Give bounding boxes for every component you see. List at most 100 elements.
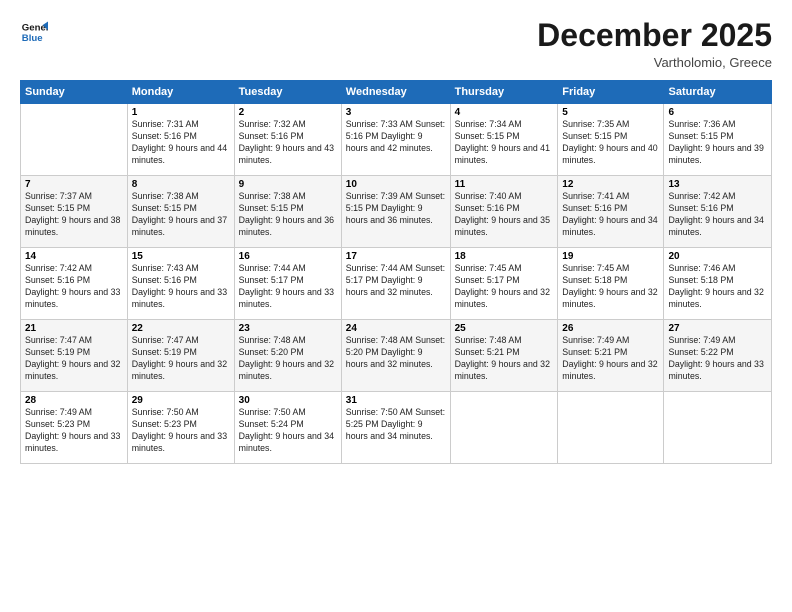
day-number: 16 — [239, 251, 337, 262]
day-info: Sunrise: 7:31 AM Sunset: 5:16 PM Dayligh… — [132, 119, 230, 167]
day-cell: 14Sunrise: 7:42 AM Sunset: 5:16 PM Dayli… — [21, 248, 128, 320]
col-tuesday: Tuesday — [234, 81, 341, 104]
day-cell: 22Sunrise: 7:47 AM Sunset: 5:19 PM Dayli… — [127, 320, 234, 392]
header: General Blue December 2025 Vartholomio, … — [20, 18, 772, 70]
day-info: Sunrise: 7:38 AM Sunset: 5:15 PM Dayligh… — [132, 191, 230, 239]
day-number: 3 — [346, 107, 446, 118]
day-number: 15 — [132, 251, 230, 262]
day-info: Sunrise: 7:44 AM Sunset: 5:17 PM Dayligh… — [346, 263, 446, 299]
calendar-header: Sunday Monday Tuesday Wednesday Thursday… — [21, 81, 772, 104]
day-number: 17 — [346, 251, 446, 262]
day-cell: 29Sunrise: 7:50 AM Sunset: 5:23 PM Dayli… — [127, 392, 234, 464]
day-info: Sunrise: 7:48 AM Sunset: 5:20 PM Dayligh… — [239, 335, 337, 383]
day-cell: 24Sunrise: 7:48 AM Sunset: 5:20 PM Dayli… — [341, 320, 450, 392]
day-cell: 19Sunrise: 7:45 AM Sunset: 5:18 PM Dayli… — [558, 248, 664, 320]
day-info: Sunrise: 7:43 AM Sunset: 5:16 PM Dayligh… — [132, 263, 230, 311]
week-row-0: 1Sunrise: 7:31 AM Sunset: 5:16 PM Daylig… — [21, 104, 772, 176]
day-number: 5 — [562, 107, 659, 118]
day-cell: 31Sunrise: 7:50 AM Sunset: 5:25 PM Dayli… — [341, 392, 450, 464]
subtitle: Vartholomio, Greece — [537, 55, 772, 70]
day-number: 19 — [562, 251, 659, 262]
day-cell: 13Sunrise: 7:42 AM Sunset: 5:16 PM Dayli… — [664, 176, 772, 248]
col-wednesday: Wednesday — [341, 81, 450, 104]
day-number: 20 — [668, 251, 767, 262]
day-number: 18 — [455, 251, 554, 262]
day-number: 4 — [455, 107, 554, 118]
col-thursday: Thursday — [450, 81, 558, 104]
day-info: Sunrise: 7:35 AM Sunset: 5:15 PM Dayligh… — [562, 119, 659, 167]
day-info: Sunrise: 7:49 AM Sunset: 5:21 PM Dayligh… — [562, 335, 659, 383]
week-row-2: 14Sunrise: 7:42 AM Sunset: 5:16 PM Dayli… — [21, 248, 772, 320]
day-number: 2 — [239, 107, 337, 118]
day-number: 11 — [455, 179, 554, 190]
day-number: 27 — [668, 323, 767, 334]
day-info: Sunrise: 7:42 AM Sunset: 5:16 PM Dayligh… — [668, 191, 767, 239]
month-title: December 2025 — [537, 18, 772, 53]
col-friday: Friday — [558, 81, 664, 104]
day-cell: 8Sunrise: 7:38 AM Sunset: 5:15 PM Daylig… — [127, 176, 234, 248]
day-number: 30 — [239, 395, 337, 406]
day-cell: 2Sunrise: 7:32 AM Sunset: 5:16 PM Daylig… — [234, 104, 341, 176]
day-info: Sunrise: 7:49 AM Sunset: 5:23 PM Dayligh… — [25, 407, 123, 455]
day-info: Sunrise: 7:47 AM Sunset: 5:19 PM Dayligh… — [25, 335, 123, 383]
day-number: 6 — [668, 107, 767, 118]
day-cell — [21, 104, 128, 176]
day-info: Sunrise: 7:40 AM Sunset: 5:16 PM Dayligh… — [455, 191, 554, 239]
day-info: Sunrise: 7:48 AM Sunset: 5:21 PM Dayligh… — [455, 335, 554, 383]
col-saturday: Saturday — [664, 81, 772, 104]
day-cell: 10Sunrise: 7:39 AM Sunset: 5:15 PM Dayli… — [341, 176, 450, 248]
day-info: Sunrise: 7:50 AM Sunset: 5:24 PM Dayligh… — [239, 407, 337, 455]
day-number: 29 — [132, 395, 230, 406]
day-number: 12 — [562, 179, 659, 190]
title-block: December 2025 Vartholomio, Greece — [537, 18, 772, 70]
week-row-1: 7Sunrise: 7:37 AM Sunset: 5:15 PM Daylig… — [21, 176, 772, 248]
day-cell: 23Sunrise: 7:48 AM Sunset: 5:20 PM Dayli… — [234, 320, 341, 392]
day-info: Sunrise: 7:45 AM Sunset: 5:17 PM Dayligh… — [455, 263, 554, 311]
day-number: 10 — [346, 179, 446, 190]
day-cell: 17Sunrise: 7:44 AM Sunset: 5:17 PM Dayli… — [341, 248, 450, 320]
col-sunday: Sunday — [21, 81, 128, 104]
week-row-3: 21Sunrise: 7:47 AM Sunset: 5:19 PM Dayli… — [21, 320, 772, 392]
day-info: Sunrise: 7:50 AM Sunset: 5:23 PM Dayligh… — [132, 407, 230, 455]
calendar-body: 1Sunrise: 7:31 AM Sunset: 5:16 PM Daylig… — [21, 104, 772, 464]
day-number: 21 — [25, 323, 123, 334]
page: General Blue December 2025 Vartholomio, … — [0, 0, 792, 612]
day-cell: 5Sunrise: 7:35 AM Sunset: 5:15 PM Daylig… — [558, 104, 664, 176]
day-cell: 12Sunrise: 7:41 AM Sunset: 5:16 PM Dayli… — [558, 176, 664, 248]
logo: General Blue — [20, 18, 48, 46]
day-number: 28 — [25, 395, 123, 406]
day-cell: 28Sunrise: 7:49 AM Sunset: 5:23 PM Dayli… — [21, 392, 128, 464]
day-info: Sunrise: 7:50 AM Sunset: 5:25 PM Dayligh… — [346, 407, 446, 443]
day-cell — [664, 392, 772, 464]
day-cell: 27Sunrise: 7:49 AM Sunset: 5:22 PM Dayli… — [664, 320, 772, 392]
day-number: 14 — [25, 251, 123, 262]
day-cell: 1Sunrise: 7:31 AM Sunset: 5:16 PM Daylig… — [127, 104, 234, 176]
day-info: Sunrise: 7:44 AM Sunset: 5:17 PM Dayligh… — [239, 263, 337, 311]
day-number: 26 — [562, 323, 659, 334]
day-cell: 4Sunrise: 7:34 AM Sunset: 5:15 PM Daylig… — [450, 104, 558, 176]
day-info: Sunrise: 7:49 AM Sunset: 5:22 PM Dayligh… — [668, 335, 767, 383]
day-info: Sunrise: 7:37 AM Sunset: 5:15 PM Dayligh… — [25, 191, 123, 239]
day-cell: 30Sunrise: 7:50 AM Sunset: 5:24 PM Dayli… — [234, 392, 341, 464]
day-cell: 6Sunrise: 7:36 AM Sunset: 5:15 PM Daylig… — [664, 104, 772, 176]
logo-icon: General Blue — [20, 18, 48, 46]
day-cell — [450, 392, 558, 464]
day-number: 23 — [239, 323, 337, 334]
day-cell: 18Sunrise: 7:45 AM Sunset: 5:17 PM Dayli… — [450, 248, 558, 320]
day-number: 31 — [346, 395, 446, 406]
day-cell: 26Sunrise: 7:49 AM Sunset: 5:21 PM Dayli… — [558, 320, 664, 392]
day-info: Sunrise: 7:46 AM Sunset: 5:18 PM Dayligh… — [668, 263, 767, 311]
day-info: Sunrise: 7:41 AM Sunset: 5:16 PM Dayligh… — [562, 191, 659, 239]
day-cell: 9Sunrise: 7:38 AM Sunset: 5:15 PM Daylig… — [234, 176, 341, 248]
day-info: Sunrise: 7:48 AM Sunset: 5:20 PM Dayligh… — [346, 335, 446, 371]
day-cell — [558, 392, 664, 464]
col-monday: Monday — [127, 81, 234, 104]
day-number: 25 — [455, 323, 554, 334]
day-cell: 16Sunrise: 7:44 AM Sunset: 5:17 PM Dayli… — [234, 248, 341, 320]
day-info: Sunrise: 7:33 AM Sunset: 5:16 PM Dayligh… — [346, 119, 446, 155]
day-cell: 3Sunrise: 7:33 AM Sunset: 5:16 PM Daylig… — [341, 104, 450, 176]
day-number: 8 — [132, 179, 230, 190]
week-row-4: 28Sunrise: 7:49 AM Sunset: 5:23 PM Dayli… — [21, 392, 772, 464]
day-info: Sunrise: 7:47 AM Sunset: 5:19 PM Dayligh… — [132, 335, 230, 383]
day-info: Sunrise: 7:45 AM Sunset: 5:18 PM Dayligh… — [562, 263, 659, 311]
